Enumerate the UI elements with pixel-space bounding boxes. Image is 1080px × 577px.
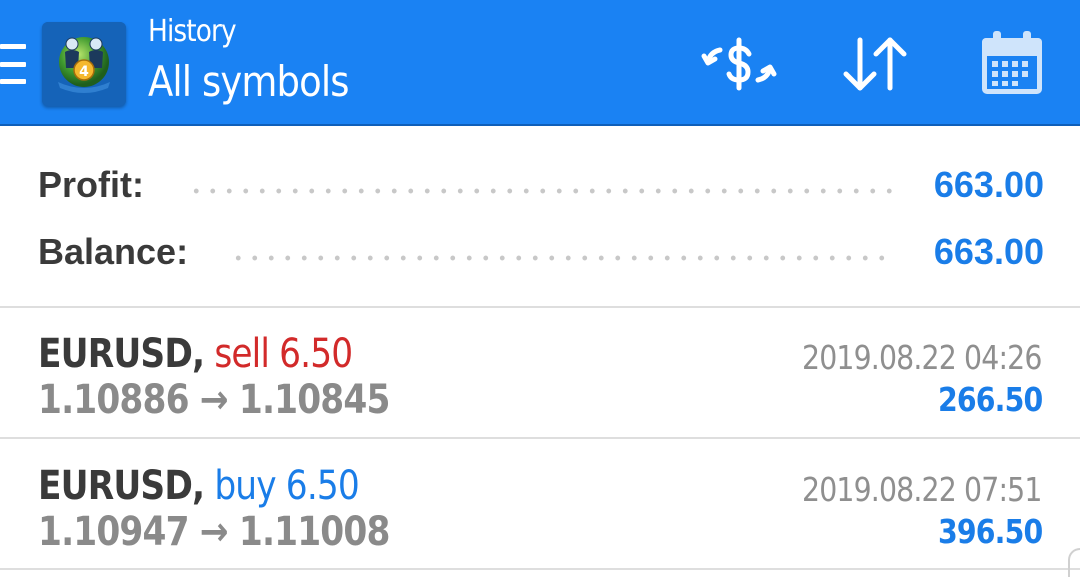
- symbol-filter-label[interactable]: All symbols: [148, 57, 350, 106]
- divider: [0, 568, 1080, 570]
- dotted-leader: [230, 255, 894, 261]
- deal-row[interactable]: EURUSD, buy 6.50 1.10947 → 1.11008 2019.…: [0, 440, 1080, 568]
- deal-symbol: EURUSD,: [38, 331, 205, 377]
- scroll-edge: [1068, 548, 1080, 577]
- arrow-right-icon: →: [199, 377, 229, 423]
- svg-text:4: 4: [79, 64, 89, 80]
- deal-profit: 266.50: [937, 380, 1043, 419]
- balance-label: Balance:: [38, 231, 189, 272]
- open-price: 1.10947: [38, 509, 190, 555]
- profit-row: Profit: 663.00: [38, 160, 1044, 210]
- dotted-leader: [188, 188, 894, 194]
- menu-icon[interactable]: [0, 44, 26, 84]
- deal-profit: 396.50: [937, 512, 1043, 551]
- page-title: History: [148, 14, 237, 49]
- app-bar: 4 History All symbols: [0, 0, 1080, 126]
- open-price: 1.10886: [38, 377, 190, 423]
- profit-label: Profit:: [38, 164, 144, 205]
- dollar-exchange-icon[interactable]: [700, 34, 778, 96]
- deal-symbol: EURUSD,: [38, 463, 205, 509]
- metatrader4-logo[interactable]: 4: [42, 22, 126, 106]
- balance-row: Balance: 663.00: [38, 227, 1044, 277]
- close-price: 1.10845: [238, 377, 391, 423]
- deal-row[interactable]: EURUSD, sell 6.50 1.10886 → 1.10845 2019…: [0, 308, 1080, 436]
- deal-action: sell 6.50: [214, 331, 353, 377]
- calendar-icon[interactable]: [978, 28, 1046, 98]
- profit-value: 663.00: [933, 164, 1044, 205]
- divider: [0, 437, 1080, 439]
- history-summary: Profit: 663.00 Balance: 663.00: [0, 128, 1080, 306]
- arrow-right-icon: →: [199, 509, 229, 555]
- deal-time: 2019.08.22 04:26: [802, 338, 1042, 377]
- close-price: 1.11008: [238, 509, 391, 555]
- deal-action: buy 6.50: [214, 463, 360, 509]
- deal-time: 2019.08.22 07:51: [802, 470, 1042, 509]
- sort-icon[interactable]: [840, 34, 912, 96]
- balance-value: 663.00: [933, 231, 1044, 272]
